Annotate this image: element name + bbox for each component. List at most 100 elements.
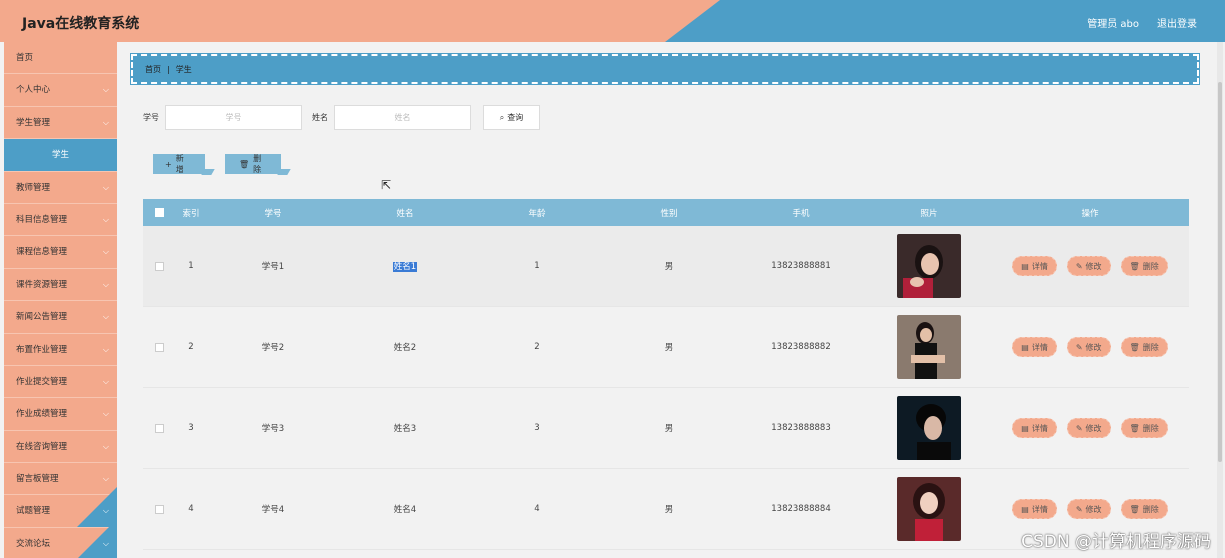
query-button-label: 查询 <box>507 113 524 122</box>
search-bar: 学号 姓名 ⌕ 查询 <box>143 105 540 130</box>
chevron-down-icon: ⌵ <box>102 85 109 95</box>
plus-icon: + <box>165 159 172 169</box>
header-operations: 操作 <box>1081 208 1099 219</box>
sidebar-item-hw-score-mgmt[interactable]: 作业成绩管理 ⌵ <box>4 398 117 431</box>
sidebar-item-news-mgmt[interactable]: 新闻公告管理 ⌵ <box>4 301 117 334</box>
search-icon: ⌕ <box>499 112 505 122</box>
chevron-down-icon: ⌵ <box>102 344 109 354</box>
add-button[interactable]: + 新增 <box>153 154 205 174</box>
row-checkbox-cell <box>143 504 175 514</box>
delete-label: 删除 <box>1142 342 1159 352</box>
sidebar-item-label: 课程信息管理 <box>16 247 68 258</box>
table-header: 索引 学号 姓名 年龄 性别 手机 照片 操作 <box>143 199 1189 226</box>
detail-icon: ▤ <box>1021 261 1029 271</box>
cell-age: 4 <box>534 504 540 514</box>
cell-name: 姓名2 <box>393 343 417 353</box>
sidebar-item-student-mgmt[interactable]: 学生管理 ⌵ <box>4 107 117 140</box>
vertical-scrollbar[interactable] <box>1217 42 1223 558</box>
cell-sex: 男 <box>664 505 674 515</box>
edit-icon: ✎ <box>1075 423 1083 433</box>
trash-icon: 🗑 <box>1129 342 1140 352</box>
sidebar-item-assign-hw-mgmt[interactable]: 布置作业管理 ⌵ <box>4 334 117 366</box>
edit-button[interactable]: ✎ 修改 <box>1066 418 1111 438</box>
sidebar-item-label: 作业成绩管理 <box>16 409 68 420</box>
sidebar-item-consult-mgmt[interactable]: 在线咨询管理 ⌵ <box>4 431 117 464</box>
detail-label: 详情 <box>1031 342 1048 352</box>
edit-button[interactable]: ✎ 修改 <box>1066 337 1111 357</box>
student-table: 索引 学号 姓名 年龄 性别 手机 照片 操作 1 学号1 姓名1 1 男 13… <box>143 199 1189 550</box>
delete-button[interactable]: 🗑 删除 <box>1120 418 1168 438</box>
cell-photo <box>867 234 991 298</box>
sidebar-item-label: 教师管理 <box>16 182 51 193</box>
cell-phone: 13823888884 <box>771 504 831 514</box>
row-checkbox[interactable] <box>154 423 164 433</box>
batch-delete-button[interactable]: 🗑 删除 <box>225 154 281 174</box>
header-student-no: 学号 <box>264 208 282 219</box>
select-all-checkbox[interactable] <box>154 208 164 217</box>
cell-operations: ▤ 详情 ✎ 修改 🗑 删除 <box>991 499 1189 519</box>
detail-icon: ▤ <box>1021 342 1029 352</box>
sidebar-item-courseware-mgmt[interactable]: 课件资源管理 ⌵ <box>4 269 117 302</box>
row-checkbox[interactable] <box>154 342 164 352</box>
cell-name: 姓名3 <box>393 424 417 434</box>
sidebar-item-home[interactable]: 首页 <box>4 42 117 75</box>
chevron-down-icon: ⌵ <box>102 409 109 419</box>
cell-operations: ▤ 详情 ✎ 修改 🗑 删除 <box>991 256 1189 276</box>
breadcrumb-current: 学生 <box>175 64 192 74</box>
delete-button[interactable]: 🗑 删除 <box>1120 499 1168 519</box>
cell-name: 姓名4 <box>393 505 417 515</box>
mouse-cursor-icon: ⇱ <box>381 178 392 192</box>
table-row: 2 学号2 姓名2 2 男 13823888882 ▤ 详情 ✎ 修改 🗑 删除 <box>143 307 1189 388</box>
sidebar-item-label: 首页 <box>16 53 34 63</box>
cell-operations: ▤ 详情 ✎ 修改 🗑 删除 <box>991 337 1189 357</box>
cell-sex: 男 <box>664 262 674 272</box>
header-sex: 性别 <box>660 208 678 219</box>
sidebar-item-label: 课件资源管理 <box>16 279 68 290</box>
sidebar-subitem-student[interactable]: 学生 <box>4 139 117 172</box>
chevron-down-icon: ⌵ <box>102 376 109 386</box>
chevron-down-icon: ⌵ <box>102 474 109 484</box>
delete-button[interactable]: 🗑 删除 <box>1120 337 1168 357</box>
cell-age: 3 <box>534 423 540 433</box>
detail-icon: ▤ <box>1021 423 1029 433</box>
scrollbar-thumb[interactable] <box>1218 82 1222 462</box>
sidebar-item-label: 留言板管理 <box>16 474 59 485</box>
chevron-down-icon: ⌵ <box>102 441 109 451</box>
batch-delete-label: 删除 <box>253 154 262 174</box>
delete-button[interactable]: 🗑 删除 <box>1120 256 1168 276</box>
sidebar-item-label: 作业提交管理 <box>16 376 68 387</box>
sidebar-item-label: 科目信息管理 <box>16 214 68 225</box>
edit-button[interactable]: ✎ 修改 <box>1066 499 1111 519</box>
detail-button[interactable]: ▤ 详情 <box>1012 337 1057 357</box>
delete-label: 删除 <box>1142 504 1159 514</box>
sidebar-item-course-mgmt[interactable]: 课程信息管理 ⌵ <box>4 236 117 269</box>
logout-link[interactable]: 退出登录 <box>1157 15 1197 30</box>
breadcrumb-home[interactable]: 首页 <box>145 64 161 75</box>
sidebar-item-subject-mgmt[interactable]: 科目信息管理 ⌵ <box>4 204 117 237</box>
row-checkbox[interactable] <box>154 261 164 271</box>
chevron-down-icon: ⌵ <box>102 182 109 192</box>
sidebar-item-teacher-mgmt[interactable]: 教师管理 ⌵ <box>4 172 117 204</box>
name-input[interactable] <box>334 105 471 130</box>
query-button[interactable]: ⌕ 查询 <box>483 105 540 130</box>
header-phone: 手机 <box>792 208 810 219</box>
sidebar-item-profile[interactable]: 个人中心 ⌵ <box>4 74 117 107</box>
header-age: 年龄 <box>528 208 546 219</box>
detail-button[interactable]: ▤ 详情 <box>1012 499 1057 519</box>
sidebar-item-forum[interactable]: 交流论坛 ⌵ <box>4 519 117 558</box>
cell-sex: 男 <box>664 424 674 434</box>
edit-button[interactable]: ✎ 修改 <box>1066 256 1111 276</box>
detail-button[interactable]: ▤ 详情 <box>1012 418 1057 438</box>
detail-button[interactable]: ▤ 详情 <box>1012 256 1057 276</box>
student-no-input[interactable] <box>165 105 302 130</box>
table-row: 3 学号3 姓名3 3 男 13823888883 ▤ 详情 ✎ 修改 🗑 删除 <box>143 388 1189 469</box>
breadcrumb: 首页 | 学生 <box>130 53 1200 85</box>
trash-icon: 🗑 <box>1129 261 1140 271</box>
student-no-label: 学号 <box>143 113 159 122</box>
sidebar-item-label: 学生 <box>51 150 69 161</box>
trash-icon: 🗑 <box>1129 423 1140 433</box>
chevron-down-icon: ⌵ <box>102 279 109 289</box>
sidebar-item-submit-hw-mgmt[interactable]: 作业提交管理 ⌵ <box>4 366 117 399</box>
selected-text: 姓名1 <box>392 262 418 272</box>
row-checkbox[interactable] <box>154 504 164 514</box>
